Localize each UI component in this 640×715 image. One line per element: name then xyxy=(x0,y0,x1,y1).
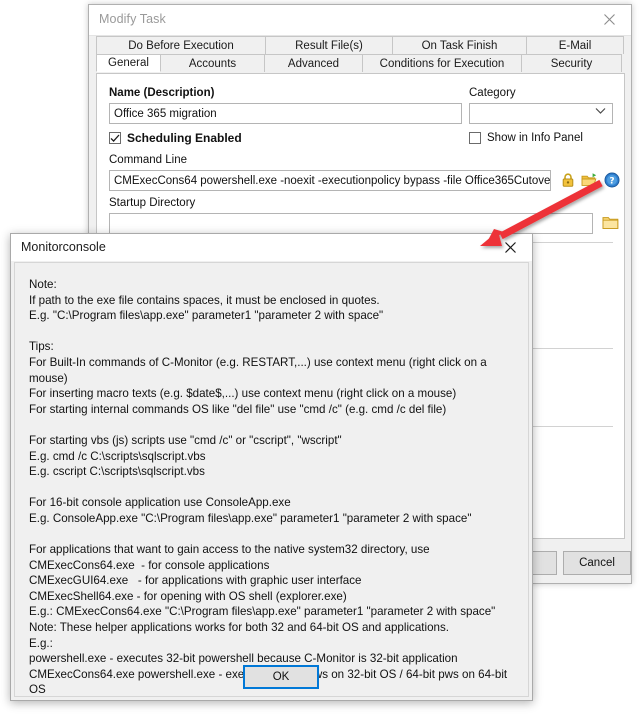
tab-label: E-Mail xyxy=(558,39,592,52)
tab-advanced[interactable]: Advanced xyxy=(264,54,363,72)
monitorconsole-titlebar: Monitorconsole xyxy=(11,234,532,261)
category-label: Category xyxy=(469,87,516,99)
show-in-info-panel-checkbox[interactable]: Show in Info Panel xyxy=(469,132,583,144)
show-in-info-panel-label: Show in Info Panel xyxy=(487,132,583,144)
folder-icon[interactable] xyxy=(602,215,619,231)
tab-label: Result File(s) xyxy=(295,39,363,52)
screen: Modify Task Do Before Execution Result F… xyxy=(0,0,640,715)
tab-email[interactable]: E-Mail xyxy=(526,36,624,54)
tab-label: Accounts xyxy=(188,57,237,70)
lock-icon[interactable] xyxy=(560,172,576,188)
cancel-button-label: Cancel xyxy=(579,557,615,569)
checkbox-box xyxy=(469,132,481,144)
tab-on-task-finish[interactable]: On Task Finish xyxy=(392,36,527,54)
name-description-input[interactable]: Office 365 migration xyxy=(109,103,462,124)
command-line-input[interactable]: CMExecCons64 powershell.exe -noexit -exe… xyxy=(109,170,551,191)
tab-label: Advanced xyxy=(287,57,340,70)
monitorconsole-body: Note: If path to the exe file contains s… xyxy=(14,262,529,697)
monitorconsole-title: Monitorconsole xyxy=(21,240,106,254)
tab-security[interactable]: Security xyxy=(521,54,622,72)
tab-accounts[interactable]: Accounts xyxy=(160,54,265,72)
tab-label: On Task Finish xyxy=(421,39,498,52)
tab-do-before-execution[interactable]: Do Before Execution xyxy=(96,36,266,54)
monitorconsole-help-text: Note: If path to the exe file contains s… xyxy=(29,278,508,697)
close-icon[interactable] xyxy=(488,234,532,261)
monitorconsole-dialog: Monitorconsole Note: If path to the exe … xyxy=(10,233,533,701)
startup-directory-input[interactable] xyxy=(109,213,593,234)
tab-row-upper: Do Before Execution Result File(s) On Ta… xyxy=(96,36,625,54)
tab-label: Security xyxy=(550,57,593,70)
startup-directory-label: Startup Directory xyxy=(109,197,196,209)
open-folder-icon[interactable] xyxy=(581,172,597,188)
ok-button[interactable]: OK xyxy=(243,665,319,689)
scheduling-enabled-label: Scheduling Enabled xyxy=(127,131,242,145)
tab-row-lower: General Accounts Advanced Conditions for… xyxy=(96,54,625,72)
command-line-label: Command Line xyxy=(109,154,187,166)
tab-conditions-for-execution[interactable]: Conditions for Execution xyxy=(362,54,522,72)
category-select[interactable] xyxy=(469,103,613,124)
scheduling-enabled-checkbox[interactable]: Scheduling Enabled xyxy=(109,131,242,145)
svg-text:?: ? xyxy=(609,177,614,187)
modify-task-titlebar: Modify Task xyxy=(89,5,631,36)
tab-strip: Do Before Execution Result File(s) On Ta… xyxy=(96,36,625,72)
name-description-label: Name (Description) xyxy=(109,87,215,99)
modify-task-title: Modify Task xyxy=(99,12,166,26)
checkbox-box xyxy=(109,132,121,144)
chevron-down-icon xyxy=(595,107,606,118)
ok-button-label: OK xyxy=(272,671,290,683)
tab-label: Conditions for Execution xyxy=(379,57,505,70)
help-icon[interactable]: ? xyxy=(604,172,620,188)
tab-result-files[interactable]: Result File(s) xyxy=(265,36,393,54)
cancel-button[interactable]: Cancel xyxy=(563,551,631,575)
tab-label: Do Before Execution xyxy=(128,39,234,52)
tab-label: General xyxy=(108,57,149,69)
close-icon[interactable] xyxy=(587,5,631,34)
tab-general[interactable]: General xyxy=(96,54,161,72)
